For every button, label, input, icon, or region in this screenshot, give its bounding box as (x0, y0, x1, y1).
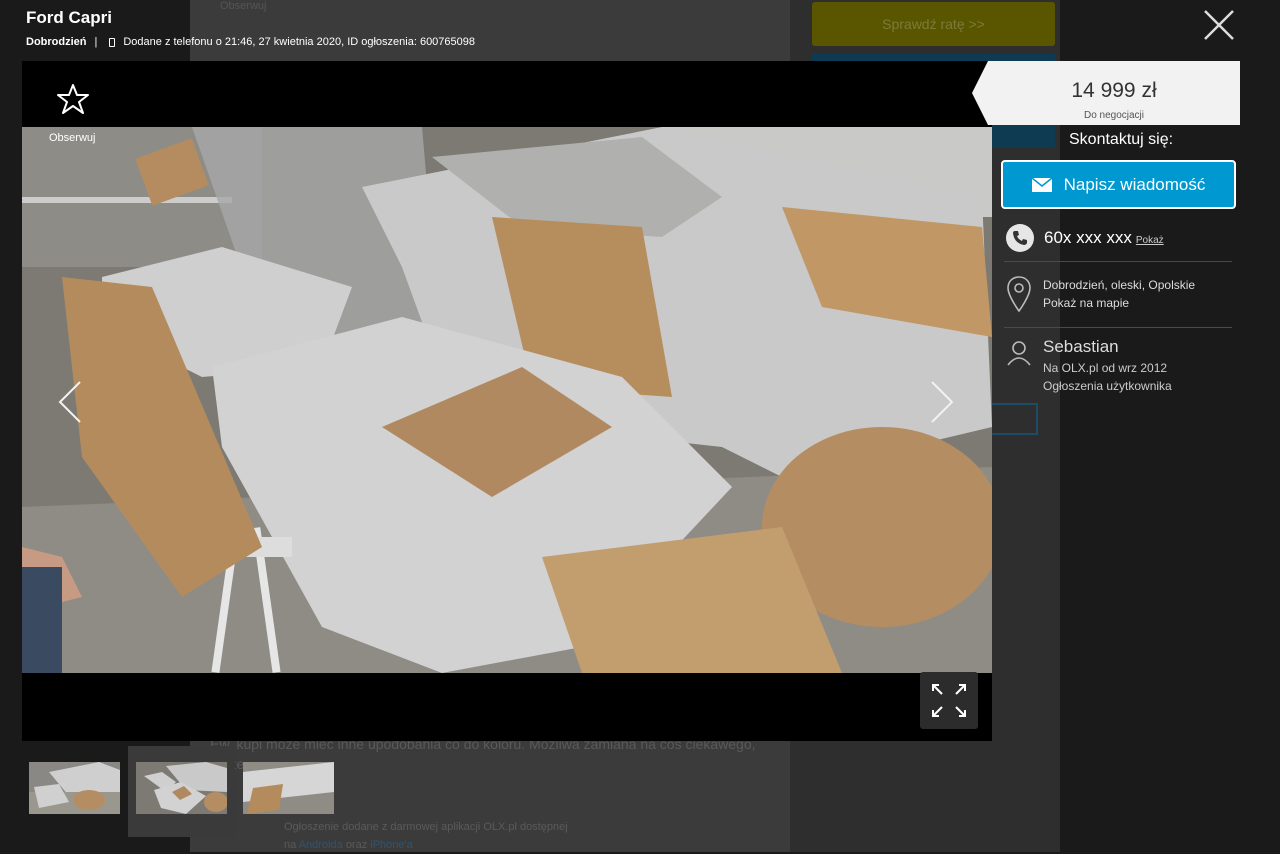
chevron-left-icon[interactable] (56, 378, 84, 426)
listing-meta: Dobrodzień | Dodane z telefonu o 21:46, … (26, 36, 475, 48)
show-phone-link[interactable]: Pokaż (1136, 235, 1164, 246)
android-link: Androida (298, 839, 343, 851)
phone-icon (1006, 224, 1034, 252)
seller-info: Na OLX.pl od wrz 2012 Ogłoszenia użytkow… (1043, 359, 1172, 395)
thumbnail-3[interactable] (243, 762, 334, 814)
seller-since: Na OLX.pl od wrz 2012 (1043, 361, 1168, 375)
thumbnail-1[interactable] (29, 762, 120, 814)
chevron-right-icon[interactable] (928, 378, 956, 426)
location-line: Dobrodzień, oleski, Opolskie (1043, 278, 1196, 292)
fullscreen-button[interactable] (920, 672, 978, 729)
background-follow-label: Obserwuj (220, 0, 267, 12)
app-note-line1: Ogłoszenie dodane z darmowej aplikacji O… (284, 821, 568, 833)
user-icon (1006, 340, 1032, 371)
seller-name: Sebastian (1043, 337, 1119, 356)
listing-title: Ford Capri (26, 8, 112, 27)
contact-title: Skontaktuj się: (1069, 131, 1174, 148)
expand-icon (932, 684, 966, 717)
price-negotiation: Do negocjacji (1083, 110, 1145, 121)
envelope-icon (1031, 177, 1052, 192)
background-app-note: Ogłoszenie dodane z darmowej aplikacji O… (284, 818, 568, 854)
app-note-mid: oraz (345, 839, 368, 851)
star-outline-icon[interactable] (57, 83, 89, 115)
follow-label[interactable]: Obserwuj (49, 132, 95, 144)
background-installment-button: Sprawdź ratę >> (812, 2, 1055, 46)
app-note-prefix: na (284, 839, 297, 851)
price-value: 14 999 zł (1071, 79, 1157, 102)
seller-ads-link[interactable]: Ogłoszenia użytkownika (1043, 377, 1172, 395)
location-info: Dobrodzień, oleski, Opolskie Pokaż na ma… (1043, 276, 1195, 312)
divider (1004, 327, 1232, 328)
send-message-label: Napisz wiadomość (1063, 174, 1206, 194)
thumbnail-2[interactable] (136, 762, 227, 814)
map-pin-icon (1006, 275, 1032, 318)
phone-number: 60x xxx xxx (1044, 228, 1132, 247)
meta-separator: | (94, 36, 98, 48)
listing-location: Dobrodzień (26, 36, 87, 48)
listing-added-info: Dodane z telefonu o 21:46, 27 kwietnia 2… (123, 36, 476, 48)
app-note-line2: na Androida oraz iPhone'a (284, 836, 568, 854)
main-photo[interactable] (22, 127, 992, 673)
price-tag: 14 999 zł Do negocjacji (972, 61, 1240, 125)
divider (1004, 261, 1232, 262)
close-icon[interactable] (1202, 8, 1236, 42)
background-outline-button (990, 403, 1038, 435)
iphone-link: iPhone'a (370, 839, 413, 851)
send-message-button[interactable]: Napisz wiadomość (1001, 160, 1236, 209)
phone-row: 60x xxx xxx Pokaż (1006, 224, 1234, 252)
show-map-link[interactable]: Pokaż na mapie (1043, 294, 1195, 312)
mobile-icon (109, 37, 116, 47)
photo-gallery: Obserwuj (22, 61, 992, 741)
